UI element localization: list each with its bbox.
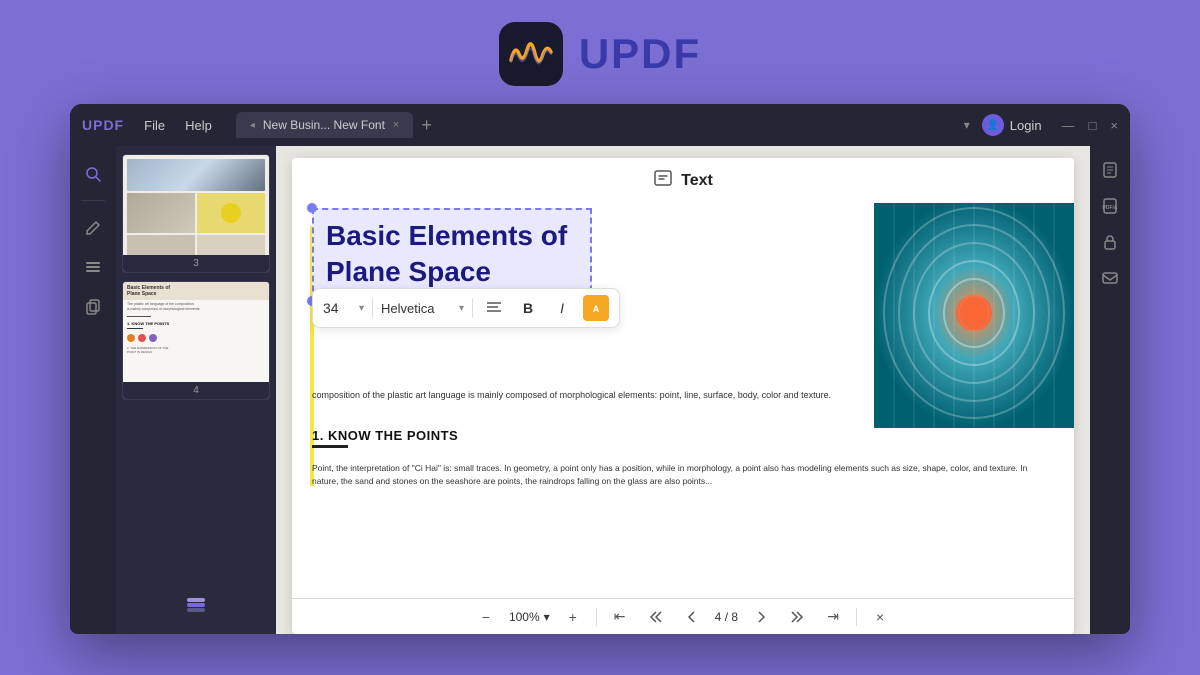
nav-next-next-button[interactable] xyxy=(784,604,810,630)
window-controls: — □ × xyxy=(1062,118,1118,133)
nav-first-button[interactable]: ⇤ xyxy=(607,604,633,630)
minimize-button[interactable]: — xyxy=(1062,118,1075,133)
tab-label: New Busin... New Font xyxy=(263,118,385,132)
thumbnail-panel: 3 Basic Elements ofPlane Space The plast… xyxy=(116,146,276,634)
body-paragraph: Point, the interpretation of "Ci Hai" is… xyxy=(312,462,1054,488)
font-family-display[interactable]: Helvetica xyxy=(381,301,451,316)
text-color-button[interactable]: A xyxy=(583,295,609,321)
app-name-label: UPDF xyxy=(579,30,701,78)
bold-button[interactable]: B xyxy=(515,295,541,321)
text-mode-label: Text xyxy=(681,172,713,190)
thumbnail-page-4[interactable]: Basic Elements ofPlane Space The plastic… xyxy=(122,281,270,400)
zoom-out-button[interactable]: − xyxy=(473,604,499,630)
top-branding: UPDF xyxy=(499,0,701,104)
bottom-toolbar: − 100% ▾ + ⇤ 4 / xyxy=(292,598,1074,634)
titlebar-right: ▾ 👤 Login — □ × xyxy=(964,114,1118,136)
zoom-dropdown-icon[interactable]: ▾ xyxy=(544,610,550,624)
titlebar-menu: File Help xyxy=(144,118,212,133)
sidebar-edit-icon[interactable] xyxy=(77,211,109,243)
page-indicator: 4 / 8 xyxy=(715,610,738,624)
document-viewer: Text Basic Elements of Plane Space xyxy=(276,146,1090,634)
tab-arrow-icon: ◂ xyxy=(250,120,255,131)
tab-add-button[interactable]: + xyxy=(417,115,436,136)
resize-handle-tl[interactable] xyxy=(307,203,317,213)
nav-next-button[interactable] xyxy=(748,604,774,630)
login-button[interactable]: 👤 Login xyxy=(982,114,1042,136)
text-mode-icon xyxy=(653,168,673,193)
zoom-in-button[interactable]: + xyxy=(560,604,586,630)
maximize-button[interactable]: □ xyxy=(1089,118,1097,133)
right-panel: PDF/A xyxy=(1090,146,1130,634)
titlebar: UPDF File Help ◂ New Busin... New Font ×… xyxy=(70,104,1130,146)
menu-file[interactable]: File xyxy=(144,118,165,133)
toolbar-divider-b xyxy=(856,608,857,626)
page-content: Basic Elements of Plane Space 34 ▾ Helve… xyxy=(292,158,1074,598)
toolbar-divider-1 xyxy=(372,298,373,318)
main-area: 3 Basic Elements ofPlane Space The plast… xyxy=(70,146,1130,634)
section-1-underline xyxy=(312,445,348,448)
sidebar-copy-icon[interactable] xyxy=(77,291,109,323)
main-window: UPDF File Help ◂ New Busin... New Font ×… xyxy=(70,104,1130,634)
page-current: 4 xyxy=(715,610,722,624)
rp-mail-icon[interactable] xyxy=(1096,264,1124,292)
nav-last-button[interactable]: ⇥ xyxy=(820,604,846,630)
titlebar-dropdown-icon[interactable]: ▾ xyxy=(964,118,970,132)
toolbar-divider-2 xyxy=(472,298,473,318)
titlebar-logo: UPDF xyxy=(82,117,124,133)
align-button[interactable] xyxy=(481,295,507,321)
font-size-arrow[interactable]: ▾ xyxy=(359,303,364,314)
thumbnail-4-preview: Basic Elements ofPlane Space The plastic… xyxy=(123,282,269,382)
rp-pdfa-icon[interactable]: PDF/A xyxy=(1096,192,1124,220)
menu-help[interactable]: Help xyxy=(185,118,212,133)
format-toolbar: 34 ▾ Helvetica ▾ B I A xyxy=(312,288,620,328)
login-label: Login xyxy=(1010,118,1042,133)
svg-text:PDF/A: PDF/A xyxy=(1103,205,1118,211)
sidebar-divider-1 xyxy=(81,200,105,201)
nav-prev-prev-button[interactable] xyxy=(643,604,669,630)
left-sidebar xyxy=(70,146,116,634)
close-toolbar-button[interactable]: × xyxy=(867,604,893,630)
nav-prev-button[interactable] xyxy=(679,604,705,630)
app-icon xyxy=(499,22,563,86)
layers-icon[interactable] xyxy=(184,594,208,618)
zoom-level-display: 100% ▾ xyxy=(509,610,550,624)
tunnel-visual xyxy=(874,198,1074,428)
page-image xyxy=(874,198,1074,428)
section-1-title: 1. KNOW THE POINTS xyxy=(312,428,1054,443)
toolbar-divider-a xyxy=(596,608,597,626)
svg-text:A: A xyxy=(593,304,600,314)
rp-lock-icon[interactable] xyxy=(1096,228,1124,256)
thumbnail-page-3[interactable]: 3 xyxy=(122,154,270,273)
close-button[interactable]: × xyxy=(1110,118,1118,133)
tab-area: ◂ New Busin... New Font × + xyxy=(236,112,948,138)
page-total: 8 xyxy=(731,610,738,624)
rp-doc-icon[interactable] xyxy=(1096,156,1124,184)
thumbnail-4-num: 4 xyxy=(123,382,269,399)
italic-button[interactable]: I xyxy=(549,295,575,321)
font-size-display[interactable]: 34 xyxy=(323,300,351,316)
thumbnail-3-preview xyxy=(123,155,269,255)
font-family-arrow[interactable]: ▾ xyxy=(459,303,464,314)
thumbnail-3-num: 3 xyxy=(123,255,269,272)
tab-close-button[interactable]: × xyxy=(393,119,399,131)
zoom-level-text: 100% xyxy=(509,610,540,624)
sidebar-search-icon[interactable] xyxy=(77,158,109,190)
text-toolbar-header: Text xyxy=(292,158,1074,203)
login-avatar: 👤 xyxy=(982,114,1004,136)
active-tab[interactable]: ◂ New Busin... New Font × xyxy=(236,112,414,138)
sidebar-list-icon[interactable] xyxy=(77,251,109,283)
document-page: Text Basic Elements of Plane Space xyxy=(292,158,1074,634)
selected-text-content[interactable]: Basic Elements of Plane Space xyxy=(312,208,592,301)
